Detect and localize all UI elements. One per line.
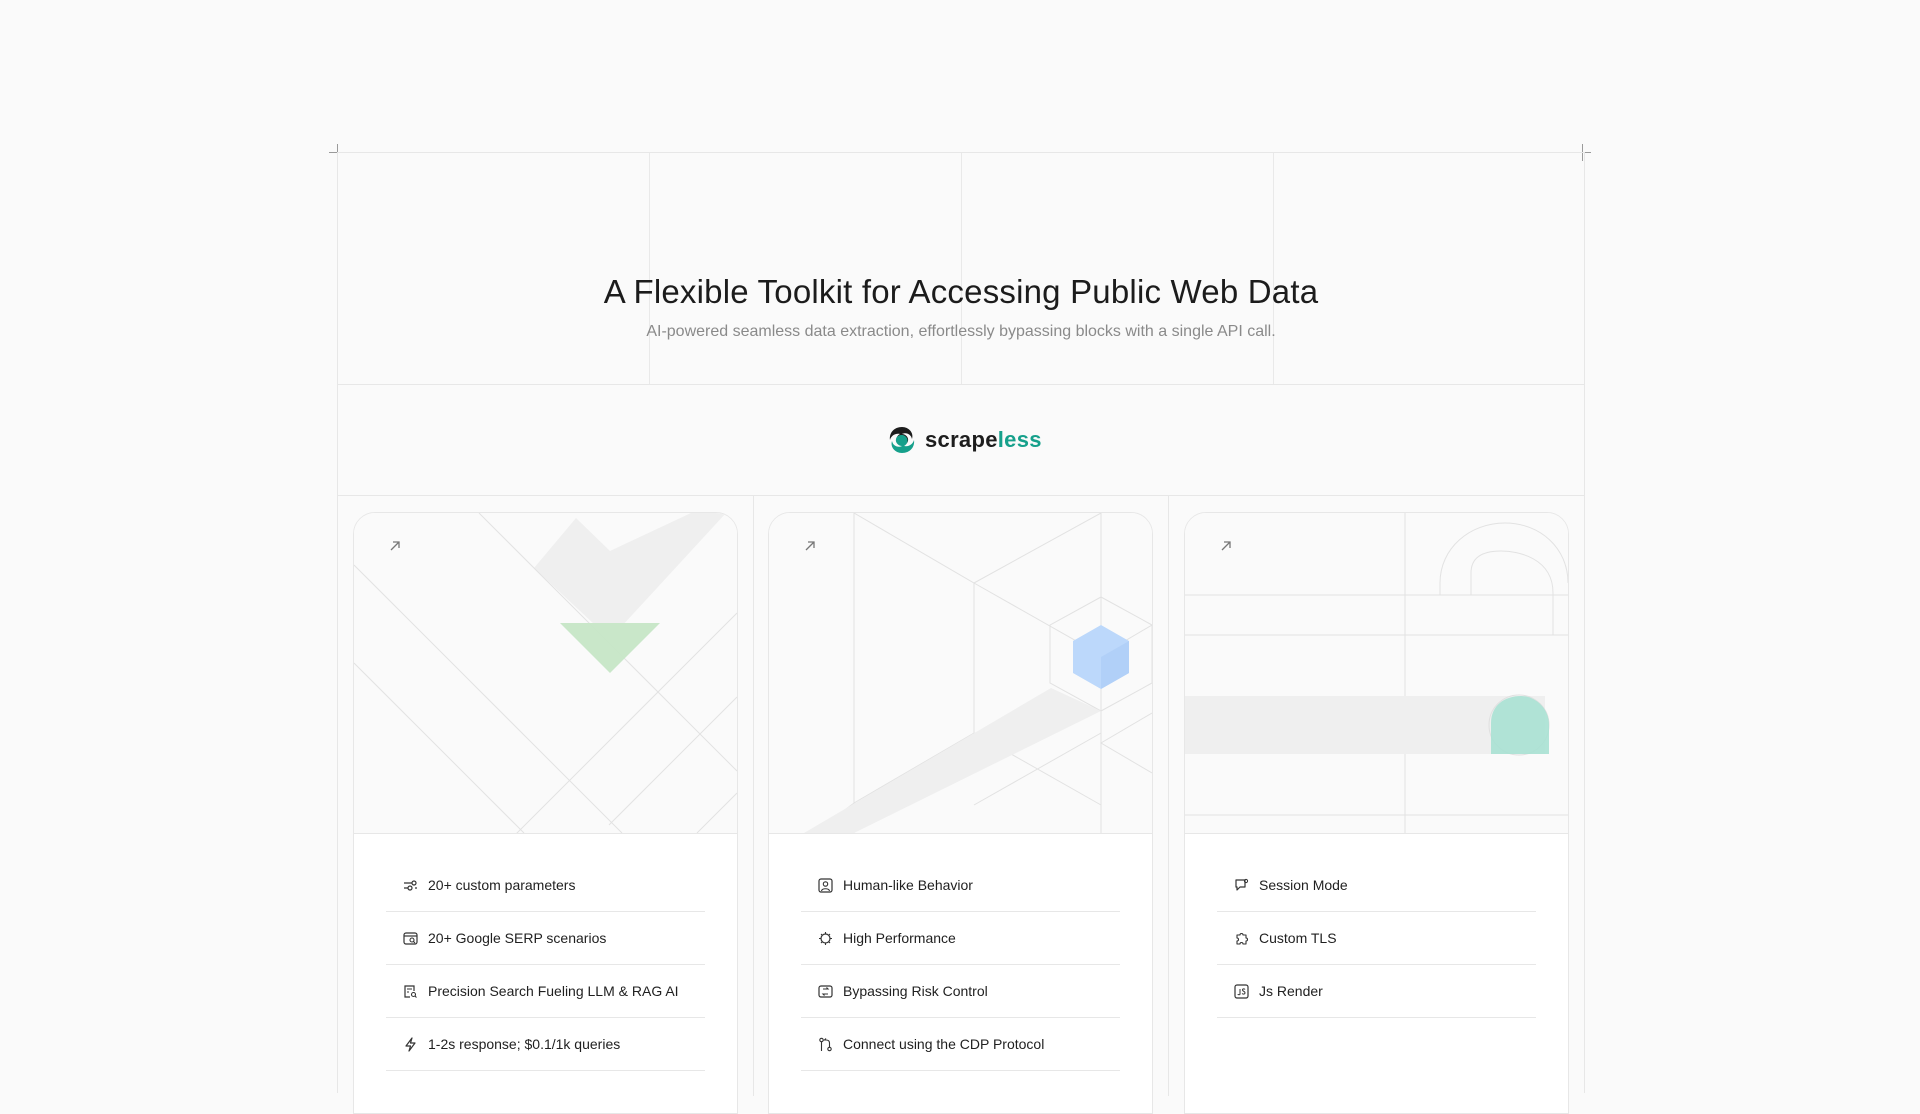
feature-list: 20+ custom parameters 20+ Google SERP sc… <box>386 833 705 1071</box>
list-item: Session Mode <box>1217 859 1536 912</box>
column-divider <box>1168 496 1169 1096</box>
page-subtitle: AI-powered seamless data extraction, eff… <box>646 323 1276 340</box>
arrow-up-right-icon[interactable] <box>388 539 402 553</box>
arrow-up-right-icon[interactable] <box>803 539 817 553</box>
product-card-browser[interactable]: Human-like Behavior High Performance Byp… <box>768 512 1153 1114</box>
card-illustration <box>769 513 1152 834</box>
grid-line <box>961 153 962 384</box>
list-item: Precision Search Fueling LLM & RAG AI <box>386 965 705 1018</box>
js-file-icon <box>1233 983 1250 1000</box>
list-item: Js Render <box>1217 965 1536 1018</box>
feature-label: Precision Search Fueling LLM & RAG AI <box>428 983 679 999</box>
puzzle-icon <box>1233 930 1250 947</box>
feature-label: Bypassing Risk Control <box>843 983 988 999</box>
feature-label: Session Mode <box>1259 877 1348 893</box>
product-card-serp[interactable]: 20+ custom parameters 20+ Google SERP sc… <box>353 512 738 1114</box>
page-title: A Flexible Toolkit for Accessing Public … <box>603 273 1319 310</box>
browser-illustration <box>804 513 1152 834</box>
list-item: Connect using the CDP Protocol <box>801 1018 1120 1071</box>
feature-label: High Performance <box>843 930 956 946</box>
feature-label: 20+ Google SERP scenarios <box>428 930 607 946</box>
user-square-icon <box>817 877 834 894</box>
list-item: Human-like Behavior <box>801 859 1120 912</box>
feature-label: Human-like Behavior <box>843 877 973 893</box>
scrapeless-logo-icon <box>889 427 915 453</box>
list-item: Bypassing Risk Control <box>801 965 1120 1018</box>
feature-list: Session Mode Custom TLS Js Render <box>1217 833 1536 1018</box>
feature-label: Custom TLS <box>1259 930 1337 946</box>
feature-label: Js Render <box>1259 983 1323 999</box>
lightning-icon <box>402 1036 419 1053</box>
unlocker-illustration <box>1185 513 1568 833</box>
product-columns: 20+ custom parameters 20+ Google SERP sc… <box>338 496 1584 1114</box>
list-item: 1-2s response; $0.1/1k queries <box>386 1018 705 1071</box>
list-item: Custom TLS <box>1217 912 1536 965</box>
product-card-unlocker[interactable]: Session Mode Custom TLS Js Render <box>1184 512 1569 1114</box>
brand-name: scrapeless <box>925 427 1042 452</box>
git-pull-icon <box>817 1036 834 1053</box>
list-item: High Performance <box>801 912 1120 965</box>
chip-icon <box>817 930 834 947</box>
content-frame: A Flexible Toolkit for Accessing Public … <box>337 152 1585 1114</box>
column-divider <box>753 496 754 1096</box>
feature-label: 1-2s response; $0.1/1k queries <box>428 1036 621 1052</box>
feature-list: Human-like Behavior High Performance Byp… <box>801 833 1120 1071</box>
logo-band: scrapeless <box>338 385 1584 496</box>
feature-label: Connect using the CDP Protocol <box>843 1036 1045 1052</box>
card-illustration <box>1185 513 1568 834</box>
chat-bubble-icon <box>1233 877 1250 894</box>
arrow-up-right-icon[interactable] <box>1219 539 1233 553</box>
hero-section: A Flexible Toolkit for Accessing Public … <box>338 153 1584 385</box>
browser-search-icon <box>402 930 419 947</box>
card-illustration <box>354 513 737 863</box>
serp-illustration <box>354 513 737 863</box>
document-search-icon <box>402 983 419 1000</box>
feature-label: 20+ custom parameters <box>428 877 576 893</box>
grid-line <box>649 153 650 384</box>
list-item: 20+ custom parameters <box>386 859 705 912</box>
refresh-square-icon <box>817 983 834 1000</box>
brand-logo[interactable]: scrapeless <box>887 424 1042 456</box>
list-item: 20+ Google SERP scenarios <box>386 912 705 965</box>
sliders-icon <box>402 877 419 894</box>
grid-line <box>1273 153 1274 384</box>
